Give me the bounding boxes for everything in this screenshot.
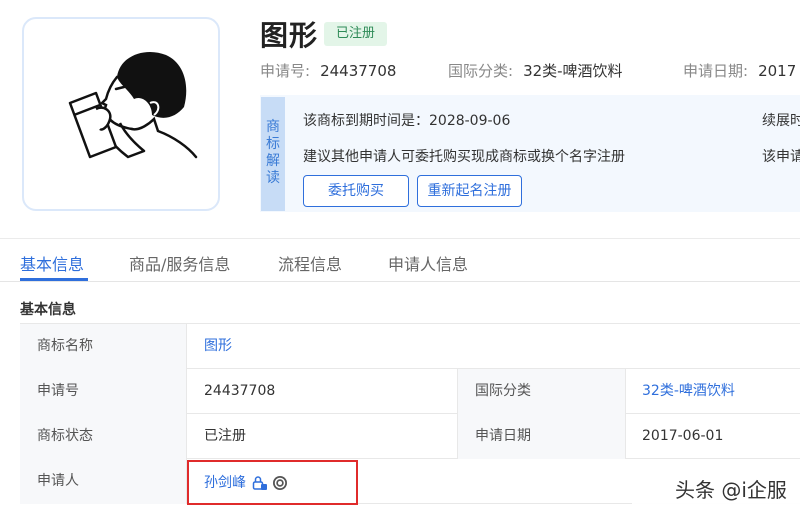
watermark: 头条 @i企服: [632, 462, 800, 510]
status-badge: 已注册: [324, 22, 388, 46]
trademark-title: 图形: [260, 19, 319, 52]
interpretation-tab-char: 解: [266, 153, 280, 169]
app-no-label: 申请号: [20, 369, 187, 414]
table-row: 商标状态 已注册 申请日期 2017-06-01: [20, 414, 800, 459]
trademark-name-label: 商标名称: [20, 324, 187, 369]
tabs-top-divider: [0, 238, 800, 239]
interpretation-tab-char: 标: [266, 136, 280, 152]
meta-class-label: 国际分类:: [448, 62, 514, 80]
tab-applicant-info[interactable]: 申请人信息: [388, 251, 468, 275]
trademark-logo: [22, 17, 220, 211]
tab-process-info[interactable]: 流程信息: [278, 251, 342, 275]
suggestion-text: 建议其他申请人可委托购买现成商标或换个名字注册: [303, 149, 625, 165]
section-title: 基本信息: [20, 302, 76, 318]
watermark-text: 头条 @i企服: [675, 478, 787, 502]
interpretation-tab-char: 商: [266, 119, 280, 135]
person-drinking-icon: [68, 51, 198, 159]
tabs-bottom-divider: [0, 281, 800, 282]
tab-goods-services[interactable]: 商品/服务信息: [129, 251, 230, 275]
expiry-text: 该商标到期时间是：2028-09-06: [303, 113, 511, 129]
app-no-value: 24437708: [204, 383, 276, 399]
lock-icon[interactable]: [252, 475, 268, 495]
table-row: 申请号 24437708 国际分类 32类-啤酒饮料: [20, 369, 800, 414]
meta-app-no-label: 申请号:: [260, 62, 311, 80]
verified-badge-icon[interactable]: [272, 475, 288, 495]
interpretation-tab-char: 读: [266, 170, 280, 186]
trademark-name-link[interactable]: 图形: [187, 324, 457, 369]
tab-basic-info[interactable]: 基本信息: [20, 251, 84, 275]
meta-app-no-value: 24437708: [320, 62, 397, 80]
renewal-text: 续展时: [762, 113, 800, 129]
class-label: 国际分类: [457, 369, 626, 414]
date-value: 2017-06-01: [642, 428, 724, 444]
meta-class-value: 32类-啤酒饮料: [523, 62, 623, 80]
table-row: 商标名称 图形: [20, 324, 800, 369]
meta-date: 申请日期: 2017: [683, 60, 796, 81]
meta-class: 国际分类: 32类-啤酒饮料: [448, 60, 623, 81]
meta-date-value: 2017: [758, 62, 797, 80]
entrust-purchase-button[interactable]: 委托购买: [303, 175, 409, 207]
applicant-label: 申请人: [20, 459, 187, 504]
date-label: 申请日期: [457, 414, 626, 459]
rename-register-button[interactable]: 重新起名注册: [417, 175, 522, 207]
meta-app-no: 申请号: 24437708: [260, 60, 396, 81]
class-link[interactable]: 32类-啤酒饮料: [626, 369, 800, 414]
status-value: 已注册: [204, 428, 246, 444]
status-label: 商标状态: [20, 414, 187, 459]
interpretation-tab: 商 标 解 读: [261, 97, 285, 211]
applicant-note-text: 该申请: [762, 149, 800, 165]
meta-date-label: 申请日期:: [683, 62, 749, 80]
applicant-link[interactable]: 孙剑峰: [204, 472, 246, 492]
